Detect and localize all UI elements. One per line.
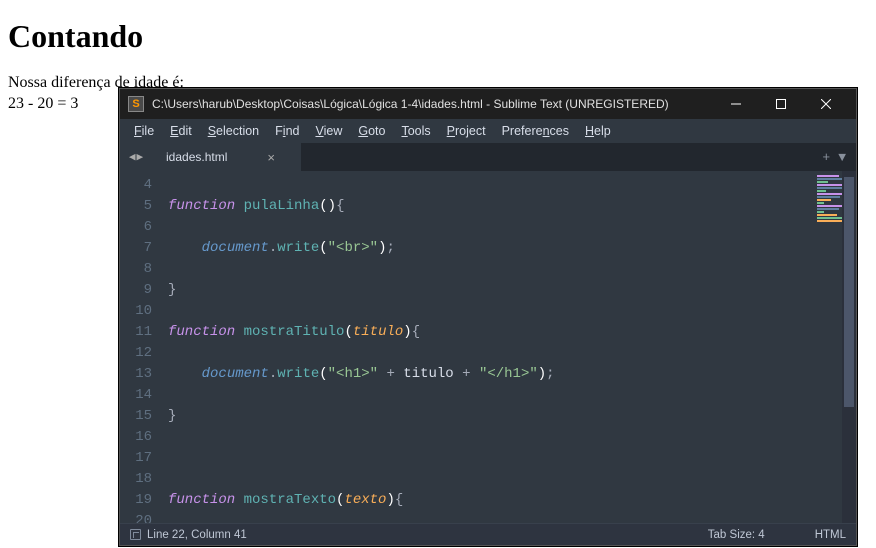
menubar: File Edit Selection Find View Goto Tools… [120, 119, 856, 143]
line-number: 13 [120, 364, 152, 385]
menu-view[interactable]: View [307, 121, 350, 141]
sublime-window: S C:\Users\harub\Desktop\Coisas\Lógica\L… [119, 88, 857, 546]
line-number: 9 [120, 280, 152, 301]
menu-edit[interactable]: Edit [162, 121, 200, 141]
line-number: 6 [120, 217, 152, 238]
tab-label: idades.html [166, 150, 227, 164]
line-number: 15 [120, 406, 152, 427]
new-tab-button[interactable]: + [822, 150, 830, 165]
menu-preferences[interactable]: Preferences [494, 121, 577, 141]
close-button[interactable] [803, 89, 848, 119]
line-number: 16 [120, 427, 152, 448]
app-icon: S [128, 96, 144, 112]
tabbar: ◀ ▶ idades.html × + ▼ [120, 143, 856, 171]
code-area[interactable]: function pulaLinha(){ document.write("<b… [162, 171, 814, 523]
line-number: 8 [120, 259, 152, 280]
nav-back-icon[interactable]: ◀ [129, 150, 136, 164]
line-number: 12 [120, 343, 152, 364]
menu-goto[interactable]: Goto [350, 121, 393, 141]
menu-find[interactable]: Find [267, 121, 307, 141]
line-number: 10 [120, 301, 152, 322]
scroll-thumb[interactable] [844, 177, 854, 407]
line-number: 20 [120, 511, 152, 523]
tab-close-icon[interactable]: × [267, 150, 275, 165]
minimize-button[interactable] [713, 89, 758, 119]
menu-file[interactable]: File [126, 121, 162, 141]
line-number: 14 [120, 385, 152, 406]
menu-help[interactable]: Help [577, 121, 619, 141]
gutter: 4 5 6 7 8 9 10 11 12 13 14 15 16 17 18 1… [120, 171, 162, 523]
panel-switcher-icon[interactable] [130, 529, 141, 540]
menu-selection[interactable]: Selection [200, 121, 267, 141]
line-number: 5 [120, 196, 152, 217]
maximize-button[interactable] [758, 89, 803, 119]
titlebar[interactable]: S C:\Users\harub\Desktop\Coisas\Lógica\L… [120, 89, 856, 119]
menu-project[interactable]: Project [439, 121, 494, 141]
line-number: 7 [120, 238, 152, 259]
nav-forward-icon[interactable]: ▶ [137, 150, 144, 164]
menu-tools[interactable]: Tools [393, 121, 438, 141]
line-number: 18 [120, 469, 152, 490]
scrollbar[interactable] [842, 171, 856, 523]
statusbar: Line 22, Column 41 Tab Size: 4 HTML [120, 523, 856, 545]
line-number: 4 [120, 175, 152, 196]
editor[interactable]: 4 5 6 7 8 9 10 11 12 13 14 15 16 17 18 1… [120, 171, 856, 523]
line-number: 11 [120, 322, 152, 343]
line-number: 19 [120, 490, 152, 511]
tab-idades[interactable]: idades.html × [152, 143, 302, 171]
status-tabsize[interactable]: Tab Size: 4 [708, 529, 765, 541]
page-title: Contando [8, 18, 868, 55]
window-title: C:\Users\harub\Desktop\Coisas\Lógica\Lóg… [152, 97, 713, 111]
status-syntax[interactable]: HTML [815, 529, 846, 541]
line-number: 17 [120, 448, 152, 469]
status-position: Line 22, Column 41 [147, 529, 247, 541]
tab-dropdown-icon[interactable]: ▼ [838, 150, 846, 165]
